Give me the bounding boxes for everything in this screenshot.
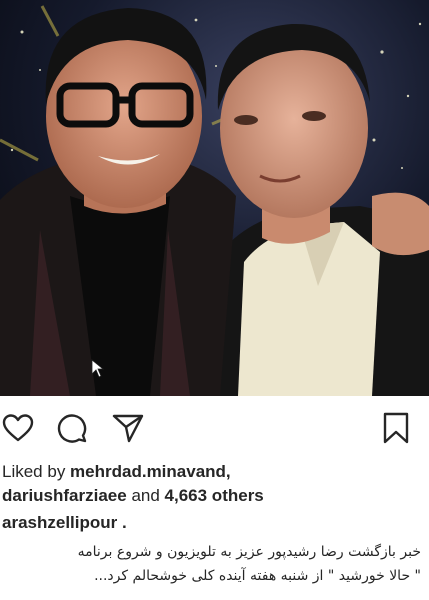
caption-line-1: خبر بازگشت رضا رشیدپور عزیز به تلویزیون … [77, 544, 421, 560]
save-button[interactable] [378, 410, 414, 446]
post-photo-illustration [0, 0, 429, 396]
likes-separator: , [225, 462, 231, 481]
likes-line-1: Liked by mehrdad.minavand, [2, 460, 429, 484]
share-button[interactable] [110, 410, 146, 446]
post-author-username[interactable]: arashzellipour . [2, 511, 127, 535]
bookmark-icon [383, 412, 409, 444]
send-icon [112, 414, 144, 443]
post-action-bar [0, 404, 429, 452]
post-caption: خبر بازگشت رضا رشیدپور عزیز به تلویزیون … [1, 540, 421, 588]
liked-by-label: Liked by [2, 462, 71, 481]
liker-username-1[interactable]: mehrdad.minavand [70, 462, 226, 481]
comment-button[interactable] [54, 410, 90, 446]
likes-count[interactable]: 4,663 others [165, 486, 264, 505]
like-button[interactable] [0, 410, 36, 446]
liker-username-2[interactable]: dariushfarziaee [2, 486, 127, 505]
caption-line-2: " حالا خورشید " از شنبه هفته آینده کلی خ… [94, 568, 421, 584]
comment-icon [57, 414, 87, 443]
likes-and-label: and [126, 486, 165, 505]
heart-icon [2, 414, 34, 442]
post-photo[interactable] [0, 0, 429, 396]
likes-line-2: dariushfarziaee and 4,663 others [2, 484, 429, 508]
likes-summary: Liked by mehrdad.minavand, dariushfarzia… [0, 460, 429, 508]
